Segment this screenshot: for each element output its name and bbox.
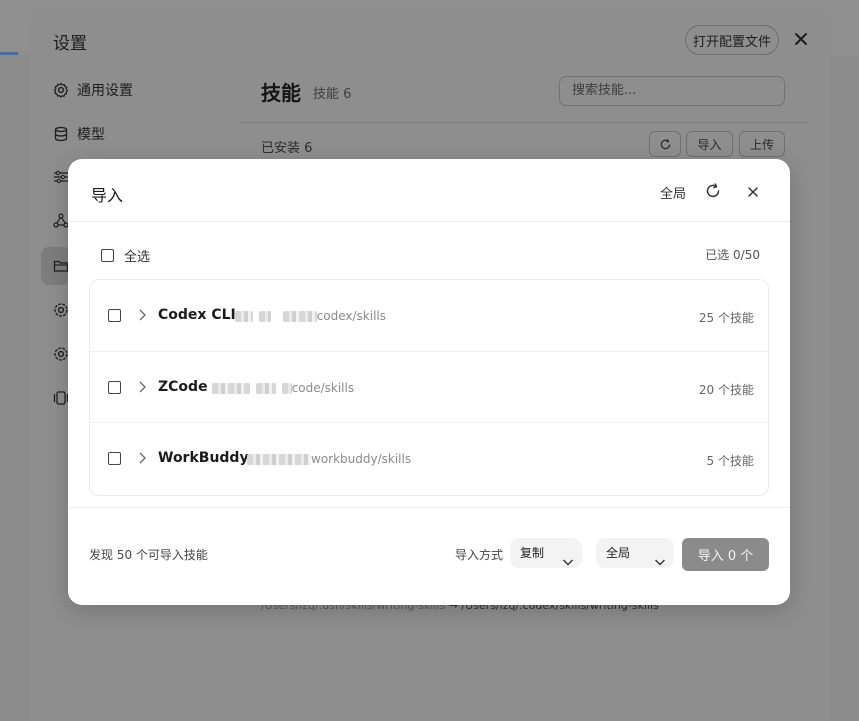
installed-count: 已安装 6 <box>261 141 313 156</box>
skill-count: 20 个技能 <box>698 383 754 397</box>
scope-value: 全局 <box>606 546 631 560</box>
close-icon[interactable] <box>746 184 760 198</box>
database-icon <box>53 126 69 142</box>
background-tab-indicator <box>0 52 18 55</box>
sidebar-item-label: 模型 <box>77 127 105 143</box>
gear-icon <box>53 82 69 98</box>
sliders-icon[interactable] <box>53 169 69 185</box>
source-checkbox[interactable] <box>108 309 121 322</box>
confirm-import-button[interactable]: 导入 0 个 <box>682 538 769 571</box>
source-path: workbuddy/skills <box>247 452 411 466</box>
list-item[interactable]: ZCode code/skills 20 个技能 <box>90 351 768 422</box>
divider <box>239 122 809 123</box>
chevron-down-icon <box>654 548 666 566</box>
found-summary: 发现 50 个可导入技能 <box>89 548 208 562</box>
source-checkbox[interactable] <box>108 452 121 465</box>
source-path-text: codex/skills <box>316 309 386 323</box>
source-path: code/skills <box>212 381 354 395</box>
panels-icon[interactable] <box>53 390 69 406</box>
redacted-path <box>235 311 253 322</box>
sidebar-item-model[interactable]: 模型 <box>53 122 105 146</box>
gear-icon[interactable] <box>53 346 69 362</box>
sidebar-item-general[interactable]: 通用设置 <box>53 78 133 102</box>
skill-count: 25 个技能 <box>698 311 754 325</box>
chevron-right-icon[interactable] <box>136 307 148 321</box>
refresh-button[interactable] <box>649 131 681 157</box>
import-method-value: 复制 <box>520 546 545 560</box>
redacted-path <box>212 383 250 394</box>
folder-icon[interactable] <box>53 258 69 274</box>
gear-icon[interactable] <box>53 302 69 318</box>
redacted-path <box>258 311 271 322</box>
source-path: codex/skills <box>235 309 386 323</box>
search-input[interactable]: 搜索技能... <box>559 76 785 106</box>
network-icon[interactable] <box>53 213 69 229</box>
settings-title: 设置 <box>53 34 87 54</box>
chevron-right-icon[interactable] <box>136 379 148 393</box>
list-item[interactable]: Codex CLI codex/skills 25 个技能 <box>90 280 768 351</box>
select-all-label: 全选 <box>124 250 151 265</box>
source-name: Codex CLI <box>158 307 236 323</box>
redacted-path <box>255 383 276 394</box>
import-button[interactable]: 导入 <box>686 131 733 157</box>
redacted-path <box>247 454 311 465</box>
import-method-label: 导入方式 <box>455 548 504 562</box>
import-method-select[interactable]: 复制 <box>510 538 582 568</box>
refresh-icon[interactable] <box>704 182 722 200</box>
source-name: WorkBuddy <box>158 450 249 466</box>
source-path-text: code/skills <box>291 381 355 395</box>
redacted-path <box>282 311 317 322</box>
chevron-right-icon[interactable] <box>136 450 148 464</box>
select-all-checkbox[interactable] <box>101 249 114 262</box>
scope-select[interactable]: 全局 <box>596 538 674 568</box>
select-all-row[interactable]: 全选 <box>101 246 150 265</box>
dialog-header: 导入 全局 <box>68 159 790 222</box>
source-path-text: workbuddy/skills <box>311 452 412 466</box>
divider <box>68 507 790 508</box>
dialog-title: 导入 <box>91 186 124 205</box>
source-list: Codex CLI codex/skills 25 个技能 ZCode code… <box>89 279 769 496</box>
skill-count: 5 个技能 <box>706 454 754 468</box>
skills-count: 技能 6 <box>313 87 352 102</box>
chevron-down-icon <box>562 548 574 566</box>
upload-button[interactable]: 上传 <box>739 131 785 157</box>
list-item[interactable]: WorkBuddy workbuddy/skills 5 个技能 <box>90 422 768 493</box>
scope-toggle[interactable]: 全局 <box>660 183 686 202</box>
import-dialog: 导入 全局 全选 已选 0/50 Codex CLI codex/skills … <box>68 159 790 605</box>
source-checkbox[interactable] <box>108 381 121 394</box>
page-title: 技能 <box>261 81 301 105</box>
sidebar-item-label: 通用设置 <box>77 83 133 99</box>
settings-close-icon[interactable] <box>791 29 811 49</box>
redacted-path <box>281 383 292 394</box>
open-config-button[interactable]: 打开配置文件 <box>685 25 779 55</box>
source-name: ZCode <box>158 379 208 395</box>
selected-count: 已选 0/50 <box>705 248 760 262</box>
